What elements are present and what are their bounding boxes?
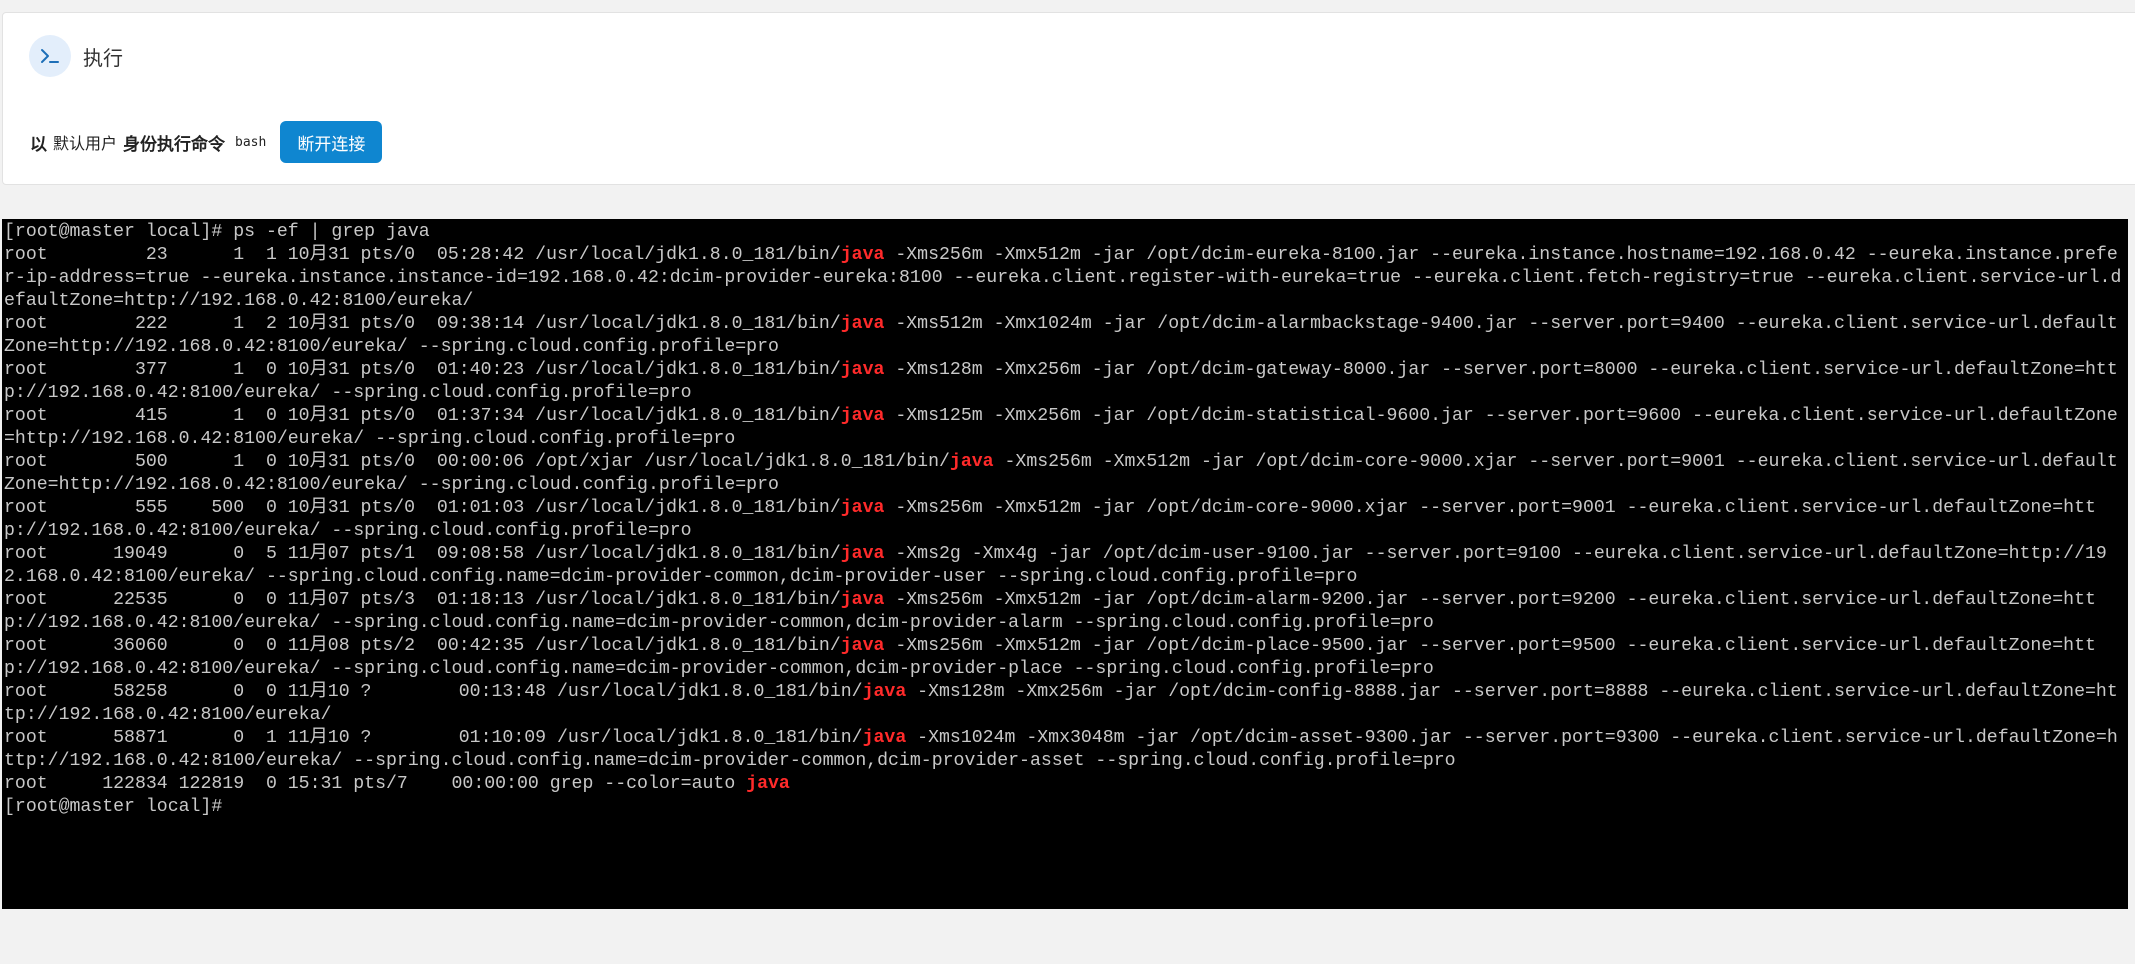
terminal-line: root 500 1 0 10月31 pts/0 00:00:06 /opt/x… [4, 452, 2118, 495]
terminal-output: [root@master local]# ps -ef | grep java r… [2, 219, 2128, 821]
highlighted-match: java [840, 314, 885, 334]
terminal-line: root 22535 0 0 11月07 pts/3 01:18:13 /usr… [4, 590, 2096, 633]
terminal-line: root 122834 122819 0 15:31 pts/7 00:00:0… [4, 774, 790, 794]
highlighted-match: java [840, 544, 885, 564]
terminal-line: root 36060 0 0 11月08 pts/2 00:42:35 /usr… [4, 636, 2096, 679]
terminal-window[interactable]: [root@master local]# ps -ef | grep java r… [2, 219, 2128, 909]
highlighted-match: java [862, 682, 907, 702]
highlighted-match: java [840, 498, 885, 518]
panel-title: 执行 [83, 45, 123, 70]
terminal-line: root 415 1 0 10月31 pts/0 01:37:34 /usr/l… [4, 406, 2118, 449]
terminal-line: root 23 1 1 10月31 pts/0 05:28:42 /usr/lo… [4, 245, 2122, 311]
terminal-line: root 19049 0 5 11月07 pts/1 09:08:58 /usr… [4, 544, 2107, 587]
terminal-prompt-icon [29, 35, 71, 77]
highlighted-match: java [840, 245, 885, 265]
highlighted-match: java [840, 360, 885, 380]
panel-header: 执行 [29, 35, 123, 77]
highlighted-match: java [949, 452, 994, 472]
terminal-line: [root@master local]# [4, 797, 234, 817]
terminal-line: root 222 1 2 10月31 pts/0 09:38:14 /usr/l… [4, 314, 2118, 357]
terminal-line: root 58258 0 0 11月10 ? 00:13:48 /usr/loc… [4, 682, 2118, 725]
terminal-line: root 555 500 0 10月31 pts/0 01:01:03 /usr… [4, 498, 2096, 541]
terminal-line: root 58871 0 1 11月10 ? 01:10:09 /usr/loc… [4, 728, 2118, 771]
execute-panel: 执行 以 默认用户 身份执行命令 bash 断开连接 [2, 12, 2135, 185]
highlighted-match: java [840, 636, 885, 656]
exec-prefix-label: 以 [30, 134, 47, 155]
terminal-line: [root@master local]# ps -ef | grep java [4, 222, 430, 242]
exec-user-label: 默认用户 [53, 134, 118, 153]
highlighted-match: java [862, 728, 907, 748]
highlighted-match: java [746, 774, 790, 794]
exec-middle-label: 身份执行命令 [123, 134, 226, 155]
terminal-line: root 377 1 0 10月31 pts/0 01:40:23 /usr/l… [4, 360, 2118, 403]
exec-shell-label: bash [235, 134, 267, 150]
highlighted-match: java [840, 590, 885, 610]
exec-options: 以 默认用户 身份执行命令 bash 断开连接 [30, 120, 383, 164]
disconnect-button[interactable]: 断开连接 [280, 121, 383, 163]
highlighted-match: java [840, 406, 885, 426]
